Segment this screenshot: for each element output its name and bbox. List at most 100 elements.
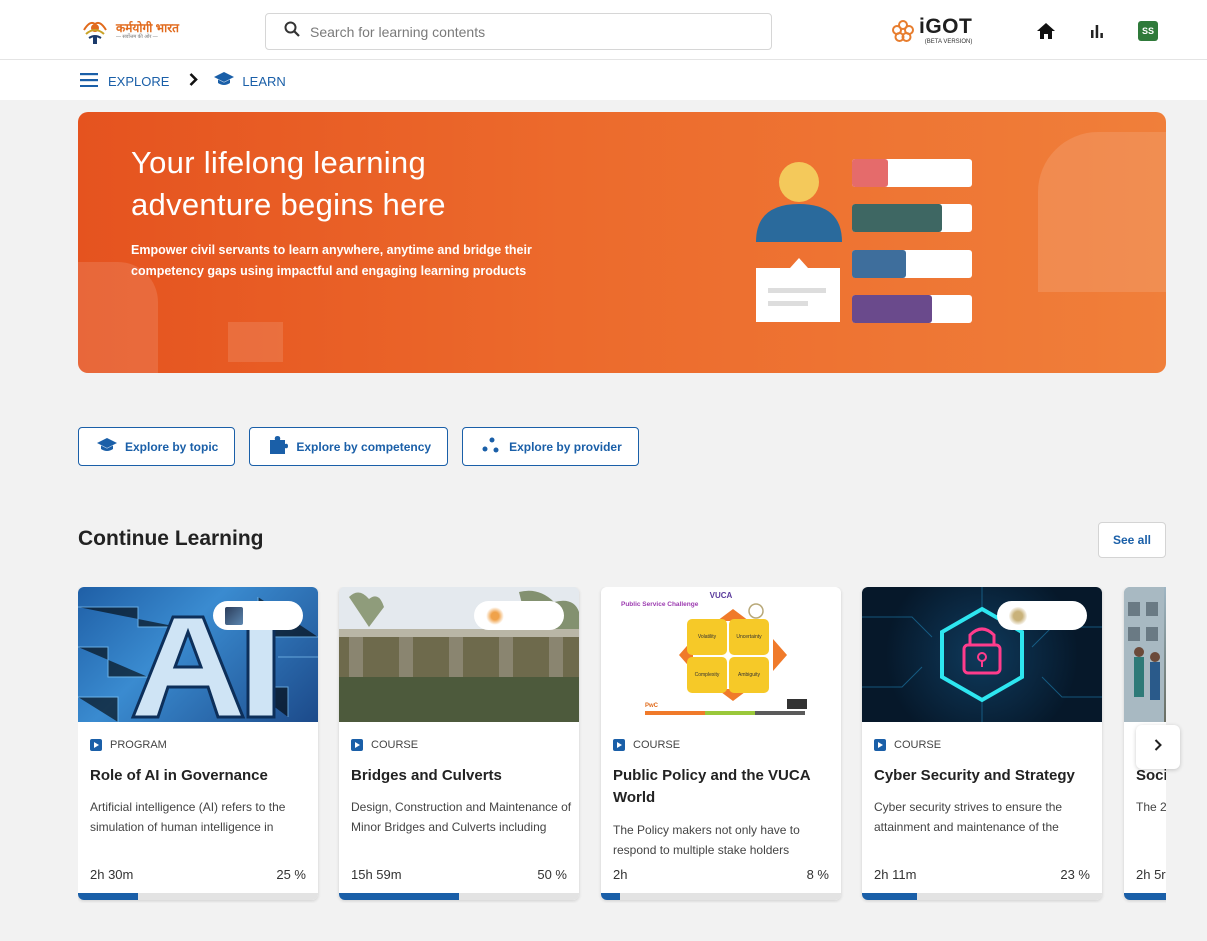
progress-bar [78,893,318,900]
search-input[interactable] [310,23,730,40]
card-description: Cyber security strives to ensure the att… [874,800,1063,834]
progress-bar [601,893,841,900]
explore-by-topic-button[interactable]: Explore by topic [78,427,236,466]
progress-bar-fill [601,893,621,900]
banner-decoration [228,322,283,362]
banner-subtitle: Empower civil servants to learn anywhere… [131,243,532,278]
explore-by-competency-label: Explore by competency [296,439,432,454]
provider-logo [1009,606,1027,625]
card-duration: 2h 11m [874,867,917,882]
breadcrumb-learn: LEARN [242,73,286,89]
dots-icon [481,437,501,456]
card-type-label: COURSE [633,739,681,751]
see-all-button[interactable]: See all [1098,522,1166,558]
explore-by-competency-button[interactable]: Explore by competency [249,427,449,466]
card-duration: 15h 59m [351,867,402,882]
igot-logo[interactable]: iGOT (BETA VERSION) [891,15,973,50]
search-box[interactable] [265,13,772,50]
card-duration: 2h 30m [90,867,134,882]
play-icon [90,739,102,751]
card-duration: 2h 5r [1136,867,1166,882]
home-icon[interactable] [1036,21,1056,41]
graduation-cap-icon [214,72,235,90]
puzzle-icon [268,436,289,457]
card-description: The Policy makers not only have to respo… [613,823,800,857]
card-description: Design, Construction and Maintenance of … [351,800,572,834]
breadcrumb: EXPLORE LEARN [80,72,286,90]
progress-bar [1124,893,1166,900]
card-title: Role of AI in Governance [90,767,268,784]
menu-icon[interactable] [80,72,98,90]
continue-learning-title: Continue Learning [78,527,264,550]
graduation-cap-icon [97,437,117,456]
card-duration: 2h [613,867,628,882]
card-description: Artificial intelligence (AI) refers to t… [90,800,286,834]
leaderboard-icon[interactable] [1087,21,1107,41]
card-type-label: COURSE [894,739,942,751]
progress-bar [862,893,1102,900]
banner-title: Your lifelong learning adventure begins … [131,145,446,222]
card-thumbnail [339,587,579,722]
card-thumbnail: VUCA Public Service Challenge PwC Volati… [601,587,841,722]
provider-chip [474,601,564,630]
card-type: COURSE [874,739,941,751]
card-type: PROGRAM [90,739,167,751]
card-progress-percent: 23 % [1060,867,1090,882]
card-title: Cyber Security and Strategy [874,767,1075,784]
course-card[interactable]: COURSE Bridges and Culverts Design, Cons… [339,587,579,900]
karmayogi-logo[interactable]: कर्मयोगी भारत — सर्वोत्तम की ओर — [80,14,179,48]
hero-banner: Your lifelong learning adventure begins … [78,112,1166,373]
vuca-quadrant-label: Volatility [697,634,717,640]
course-card[interactable]: PROGRAM Role of AI in Governance Artific… [78,587,318,900]
chevron-right-icon [1154,738,1162,756]
card-progress-percent: 25 % [276,867,306,882]
card-type: COURSE [613,739,680,751]
provider-logo [486,606,504,625]
progress-bar-fill [339,893,459,900]
course-card[interactable]: VUCA Public Service Challenge PwC Volati… [601,587,841,900]
search-icon [284,21,300,42]
explore-by-provider-button[interactable]: Explore by provider [462,427,639,466]
provider-chip [997,601,1087,630]
banner-decoration [1038,132,1166,292]
card-title: Bridges and Culverts [351,767,502,784]
vuca-quadrant-label: Uncertainty [736,634,762,640]
breadcrumb-explore[interactable]: EXPLORE [108,74,169,89]
learner-illustration [754,158,984,328]
brand-tagline: — सर्वोत्तम की ओर — [116,34,158,40]
brand-title: कर्मयोगी भारत [116,21,179,35]
card-thumbnail [1124,587,1166,722]
progress-bar-fill [862,893,918,900]
brand-name: कर्मयोगी भारत — सर्वोत्तम की ओर — [116,22,179,40]
card-thumbnail [862,587,1102,722]
continue-learning-carousel: PROGRAM Role of AI in Governance Artific… [78,587,1166,903]
svg-text:PwC: PwC [645,703,659,709]
progress-bar-fill [1124,893,1166,900]
card-type: COURSE [351,739,418,751]
igot-flower-icon [891,19,915,48]
explore-by-topic-label: Explore by topic [125,439,219,454]
card-progress-percent: 8 % [806,867,829,882]
card-thumbnail [78,587,318,722]
explore-by-provider-label: Explore by provider [509,439,622,454]
chevron-right-icon [189,73,199,89]
carousel-next-button[interactable] [1136,725,1180,769]
provider-logo [225,606,243,625]
progress-bar-fill [78,893,138,900]
igot-beta-label: (BETA VERSION) [924,39,973,45]
card-title: Public Policy and the VUCA World [613,767,810,806]
vuca-quadrant-label: Complexity [694,672,720,678]
card-progress-percent: 50 % [537,867,567,882]
user-avatar[interactable]: SS [1138,21,1158,41]
card-description: The 2 for th [1136,800,1166,814]
play-icon [351,739,363,751]
vuca-quadrant-label: Ambiguity [738,672,760,678]
course-card[interactable]: COURSE Cyber Security and Strategy Cyber… [862,587,1102,900]
card-type-label: PROGRAM [110,739,167,751]
breadcrumb-bar: EXPLORE LEARN [0,60,1207,100]
card-type-label: COURSE [371,739,419,751]
igot-title: iGOT [919,15,973,38]
top-header: कर्मयोगी भारत — सर्वोत्तम की ओर — iGOT (… [0,0,1207,60]
play-icon [613,739,625,751]
play-icon [874,739,886,751]
